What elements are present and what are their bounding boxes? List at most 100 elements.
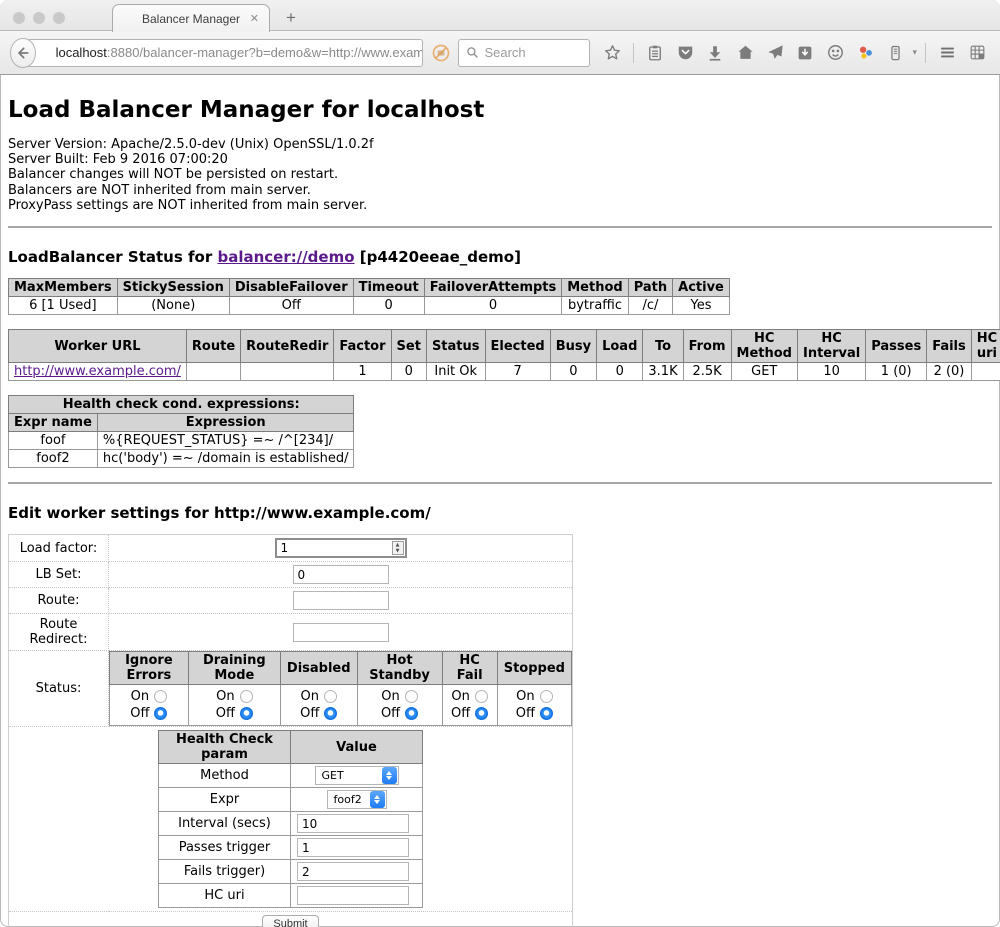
colorful-dots-button[interactable] bbox=[852, 40, 878, 66]
url-text[interactable]: localhost:8880/balancer-manager?b=demo&w… bbox=[56, 45, 423, 60]
cell-status: Init Ok bbox=[426, 363, 485, 381]
balancer-demo-link[interactable]: balancer://demo bbox=[217, 248, 354, 266]
ignore-errors-on-radio[interactable] bbox=[154, 690, 167, 703]
table-row: foof2 hc('body') =~ /domain is establish… bbox=[9, 450, 354, 468]
disabled-on-radio[interactable] bbox=[324, 690, 337, 703]
stopped-off-radio[interactable] bbox=[540, 707, 553, 720]
send-tab-button[interactable] bbox=[762, 40, 788, 66]
col-stickysession: StickySession bbox=[117, 279, 229, 297]
minimize-window-button[interactable] bbox=[33, 12, 45, 24]
zoom-window-button[interactable] bbox=[53, 12, 65, 24]
hc-uri-input[interactable] bbox=[297, 886, 409, 905]
hot-standby-off-radio[interactable] bbox=[405, 707, 418, 720]
off-label: Off bbox=[300, 706, 319, 721]
search-field[interactable]: Search bbox=[458, 39, 590, 67]
close-window-button[interactable] bbox=[13, 12, 25, 24]
cell-load: 0 bbox=[597, 363, 643, 381]
load-factor-input[interactable] bbox=[275, 538, 407, 558]
bookmark-button[interactable] bbox=[599, 40, 625, 66]
cell-expression: %{REQUEST_STATUS} =~ /^[234]/ bbox=[97, 432, 354, 450]
server-info: Server Version: Apache/2.5.0-dev (Unix) … bbox=[8, 137, 992, 213]
form-row-load-factor: Load factor: ▲▼ bbox=[9, 535, 573, 562]
hc-fail-on-radio[interactable] bbox=[475, 690, 488, 703]
save-page-icon bbox=[796, 44, 814, 62]
downloads-button[interactable] bbox=[702, 40, 728, 66]
col-hc-param: Health Check param bbox=[159, 731, 291, 764]
back-button[interactable] bbox=[10, 38, 36, 68]
hc-interval-input[interactable] bbox=[297, 814, 409, 833]
server-built-line: Server Built: Feb 9 2016 07:00:20 bbox=[8, 152, 992, 167]
col-route: Route bbox=[186, 330, 240, 363]
load-factor-field-wrap: ▲▼ bbox=[275, 538, 407, 558]
hc-fails-input[interactable] bbox=[297, 862, 409, 881]
tab-balancer-manager[interactable]: Balancer Manager ✕ bbox=[112, 4, 270, 32]
form-row-submit: Submit bbox=[9, 912, 573, 927]
stopped-on-radio[interactable] bbox=[540, 690, 553, 703]
hot-standby-on-radio[interactable] bbox=[405, 690, 418, 703]
hc-method-select[interactable]: GET bbox=[315, 766, 399, 785]
col-timeout: Timeout bbox=[353, 279, 424, 297]
draining-mode-on-radio[interactable] bbox=[240, 690, 253, 703]
draining-mode-off-radio[interactable] bbox=[240, 707, 253, 720]
hc-fail-off-radio[interactable] bbox=[475, 707, 488, 720]
cell-path: /c/ bbox=[628, 297, 672, 315]
cell-expr-name: foof bbox=[9, 432, 98, 450]
dropdown-caret-icon[interactable]: ▾ bbox=[912, 47, 917, 58]
col-factor: Factor bbox=[334, 330, 391, 363]
tab-close-icon[interactable]: ✕ bbox=[250, 12, 259, 25]
off-label: Off bbox=[216, 706, 235, 721]
col-method: Method bbox=[562, 279, 628, 297]
balancer-status-table: MaxMembers StickySession DisableFailover… bbox=[8, 278, 730, 315]
disabled-off-radio[interactable] bbox=[324, 707, 337, 720]
health-expressions-table: Health check cond. expressions: Expr nam… bbox=[8, 395, 354, 468]
forget-icon bbox=[826, 43, 845, 62]
worker-url-link[interactable]: http://www.example.com/ bbox=[14, 364, 181, 379]
col-hc-value: Value bbox=[291, 731, 423, 764]
url-path: :8880/balancer-manager?b=demo&w=http://w… bbox=[107, 45, 423, 60]
block-icon bbox=[431, 43, 451, 63]
cell-factor: 1 bbox=[334, 363, 391, 381]
home-button[interactable] bbox=[732, 40, 758, 66]
status-table: Ignore Errors Draining Mode Disabled Hot… bbox=[109, 651, 572, 726]
cell-maxmembers: 6 [1 Used] bbox=[9, 297, 118, 315]
balancers-note-line: Balancers are NOT inherited from main se… bbox=[8, 183, 992, 198]
submit-button[interactable]: Submit bbox=[262, 915, 318, 927]
col-path: Path bbox=[628, 279, 672, 297]
hc-passes-input[interactable] bbox=[297, 838, 409, 857]
search-placeholder: Search bbox=[484, 45, 525, 60]
divider bbox=[8, 226, 992, 228]
menu-icon bbox=[938, 43, 957, 62]
ignore-errors-off-radio[interactable] bbox=[154, 707, 167, 720]
save-page-button[interactable] bbox=[792, 40, 818, 66]
block-indicator-button[interactable] bbox=[430, 40, 452, 66]
col-elected: Elected bbox=[485, 330, 550, 363]
route-input[interactable] bbox=[293, 591, 389, 610]
forget-button[interactable] bbox=[822, 40, 848, 66]
reading-list-button[interactable] bbox=[642, 40, 668, 66]
hc-expr-label: Expr bbox=[159, 788, 291, 812]
cell-routeredir bbox=[241, 363, 334, 381]
hc-expr-select[interactable]: foof2 bbox=[327, 790, 387, 809]
proxypass-note-line: ProxyPass settings are NOT inherited fro… bbox=[8, 198, 992, 213]
tiles-button[interactable] bbox=[964, 40, 990, 66]
device-button[interactable] bbox=[882, 40, 908, 66]
back-icon bbox=[15, 45, 31, 61]
menu-button[interactable] bbox=[934, 40, 960, 66]
col-disablefailover: DisableFailover bbox=[229, 279, 353, 297]
route-redirect-label: Route Redirect: bbox=[9, 614, 109, 651]
hc-method-value: GET bbox=[316, 769, 382, 782]
col-to: To bbox=[643, 330, 683, 363]
lb-set-input[interactable] bbox=[293, 565, 389, 584]
new-tab-button[interactable]: + bbox=[286, 8, 296, 28]
window-controls[interactable] bbox=[13, 12, 65, 24]
url-bar[interactable]: localhost:8880/balancer-manager?b=demo&w… bbox=[27, 39, 423, 67]
number-spinner-icon[interactable]: ▲▼ bbox=[392, 541, 404, 555]
hc-row-passes: Passes trigger bbox=[159, 836, 423, 860]
edit-worker-form: Load factor: ▲▼ LB Set: Route: Route Red… bbox=[8, 534, 573, 927]
device-icon bbox=[887, 44, 904, 62]
status-label: Status: bbox=[9, 651, 109, 727]
hc-uri-label: HC uri bbox=[159, 884, 291, 908]
cell-busy: 0 bbox=[550, 363, 596, 381]
route-redirect-input[interactable] bbox=[293, 623, 389, 642]
pocket-button[interactable] bbox=[672, 40, 698, 66]
